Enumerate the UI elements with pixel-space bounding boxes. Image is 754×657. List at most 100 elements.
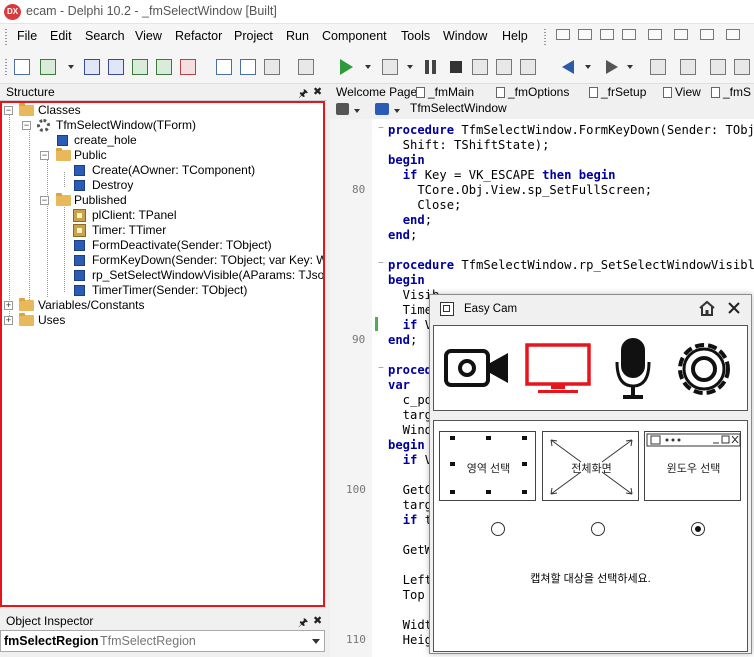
method-icon [74, 240, 85, 251]
stop-icon[interactable] [450, 61, 462, 73]
class-selector[interactable]: TfmSelectWindow [410, 101, 507, 115]
tab-frsetup[interactable]: _frSetup [586, 84, 646, 101]
chevron-down-icon[interactable] [68, 65, 74, 69]
select-icon[interactable] [298, 59, 314, 75]
menu-grip[interactable] [5, 29, 7, 45]
align-icon[interactable] [556, 29, 570, 40]
menu-view[interactable]: View [135, 29, 162, 43]
menu-help[interactable]: Help [502, 29, 528, 43]
editor-tabs: Welcome Page _fmMain _fmOptions _frSetup… [330, 84, 754, 101]
monitor-icon[interactable] [524, 342, 592, 396]
menu-edit[interactable]: Edit [50, 29, 72, 43]
option-fullscreen[interactable]: 전체화면 [542, 431, 639, 501]
radio-region-select[interactable] [491, 522, 505, 536]
toggle-form-icon[interactable] [216, 59, 232, 75]
microphone-icon[interactable] [614, 336, 652, 402]
open-file-icon[interactable] [40, 59, 56, 75]
align-icon[interactable] [700, 29, 714, 40]
view-unit-icon[interactable] [240, 59, 256, 75]
collapse-icon[interactable]: − [22, 121, 31, 130]
save-as-icon[interactable] [108, 59, 124, 75]
navigate-forward-icon[interactable] [606, 60, 618, 74]
toolbar-grip[interactable] [544, 29, 546, 45]
tab-fmmain[interactable]: _fmMain [413, 84, 474, 101]
fold-icon[interactable]: − [378, 363, 384, 374]
radio-fullscreen[interactable] [591, 522, 605, 536]
option-region-select[interactable]: 영역 선택 [439, 431, 536, 501]
radio-window-select[interactable] [691, 522, 705, 536]
menu-run[interactable]: Run [286, 29, 309, 43]
method-icon [74, 255, 85, 266]
pause-icon[interactable] [425, 60, 429, 74]
instruction-text: 캡쳐할 대상을 선택하세요. [530, 573, 651, 585]
field-icon [73, 224, 86, 237]
collapse-icon[interactable]: − [40, 196, 49, 205]
fold-icon[interactable]: − [378, 258, 384, 269]
menu-refactor[interactable]: Refactor [175, 29, 222, 43]
chevron-down-icon[interactable] [407, 65, 413, 69]
save-all-icon[interactable] [132, 59, 148, 75]
fold-icon[interactable]: − [378, 123, 384, 134]
object-inspector-header: Object Inspector 🖈 ✖ [0, 612, 327, 630]
method-icon [74, 180, 85, 191]
code-browse-icon[interactable] [336, 103, 349, 115]
option-window-select[interactable]: 윈도우 선택 [644, 431, 741, 501]
expand-icon[interactable]: + [4, 301, 13, 310]
tree-guide [64, 172, 65, 187]
align-icon[interactable] [726, 29, 740, 40]
new-file-icon[interactable] [14, 59, 30, 75]
chevron-down-icon[interactable] [585, 65, 591, 69]
close-icon[interactable]: ✖ [313, 614, 322, 627]
object-selector[interactable]: fmSelectRegion TfmSelectRegion [0, 630, 325, 652]
open-project-icon[interactable] [156, 59, 172, 75]
toolbar-grip[interactable] [5, 59, 7, 77]
chevron-down-icon[interactable] [354, 109, 360, 113]
expand-icon[interactable]: + [4, 316, 13, 325]
home-icon[interactable] [698, 300, 716, 316]
corner-marker [450, 436, 455, 440]
navigate-back-icon[interactable] [562, 60, 574, 74]
collapse-icon[interactable]: − [40, 151, 49, 160]
align-icon[interactable] [600, 29, 614, 40]
menu-project[interactable]: Project [234, 29, 273, 43]
structure-tree: − Classes − TfmSelectWindow(TForm) creat… [0, 101, 325, 607]
tool-icon[interactable] [650, 59, 666, 75]
align-icon[interactable] [674, 29, 688, 40]
video-camera-icon[interactable] [444, 345, 510, 391]
chevron-down-icon[interactable] [394, 109, 400, 113]
close-icon[interactable] [727, 301, 741, 315]
settings-gear-icon[interactable] [672, 337, 736, 401]
tab-fmoptions[interactable]: _fmOptions [493, 84, 569, 101]
align-icon[interactable] [622, 29, 636, 40]
menu-file[interactable]: File [17, 29, 37, 43]
view-form-icon[interactable] [264, 59, 280, 75]
save-icon[interactable] [84, 59, 100, 75]
tab-view[interactable]: View [660, 84, 701, 101]
menu-component[interactable]: Component [322, 29, 387, 43]
menu-tools[interactable]: Tools [401, 29, 430, 43]
tab-label: _fmMain [428, 85, 475, 99]
chevron-down-icon[interactable] [365, 65, 371, 69]
collapse-icon[interactable]: − [4, 106, 13, 115]
chevron-down-icon[interactable] [627, 65, 633, 69]
tab-welcome-page[interactable]: Welcome Page [333, 84, 417, 101]
run-without-debug-icon[interactable] [382, 59, 398, 75]
tab-fms[interactable]: _fmS [708, 84, 751, 101]
tool-icon[interactable] [710, 59, 726, 75]
step-over-icon[interactable] [496, 59, 512, 75]
tree-guide [47, 157, 48, 297]
align-icon[interactable] [578, 29, 592, 40]
chevron-down-icon[interactable] [312, 639, 320, 644]
corner-marker [486, 490, 491, 494]
tool-icon[interactable] [680, 59, 696, 75]
menu-search[interactable]: Search [85, 29, 125, 43]
run-icon[interactable] [340, 59, 353, 75]
remove-file-icon[interactable] [180, 59, 196, 75]
tab-label: View [675, 85, 701, 99]
align-icon[interactable] [648, 29, 662, 40]
run-to-cursor-icon[interactable] [520, 59, 536, 75]
menu-window[interactable]: Window [443, 29, 487, 43]
tool-icon[interactable] [734, 59, 750, 75]
close-icon[interactable]: ✖ [313, 85, 322, 98]
trace-into-icon[interactable] [472, 59, 488, 75]
